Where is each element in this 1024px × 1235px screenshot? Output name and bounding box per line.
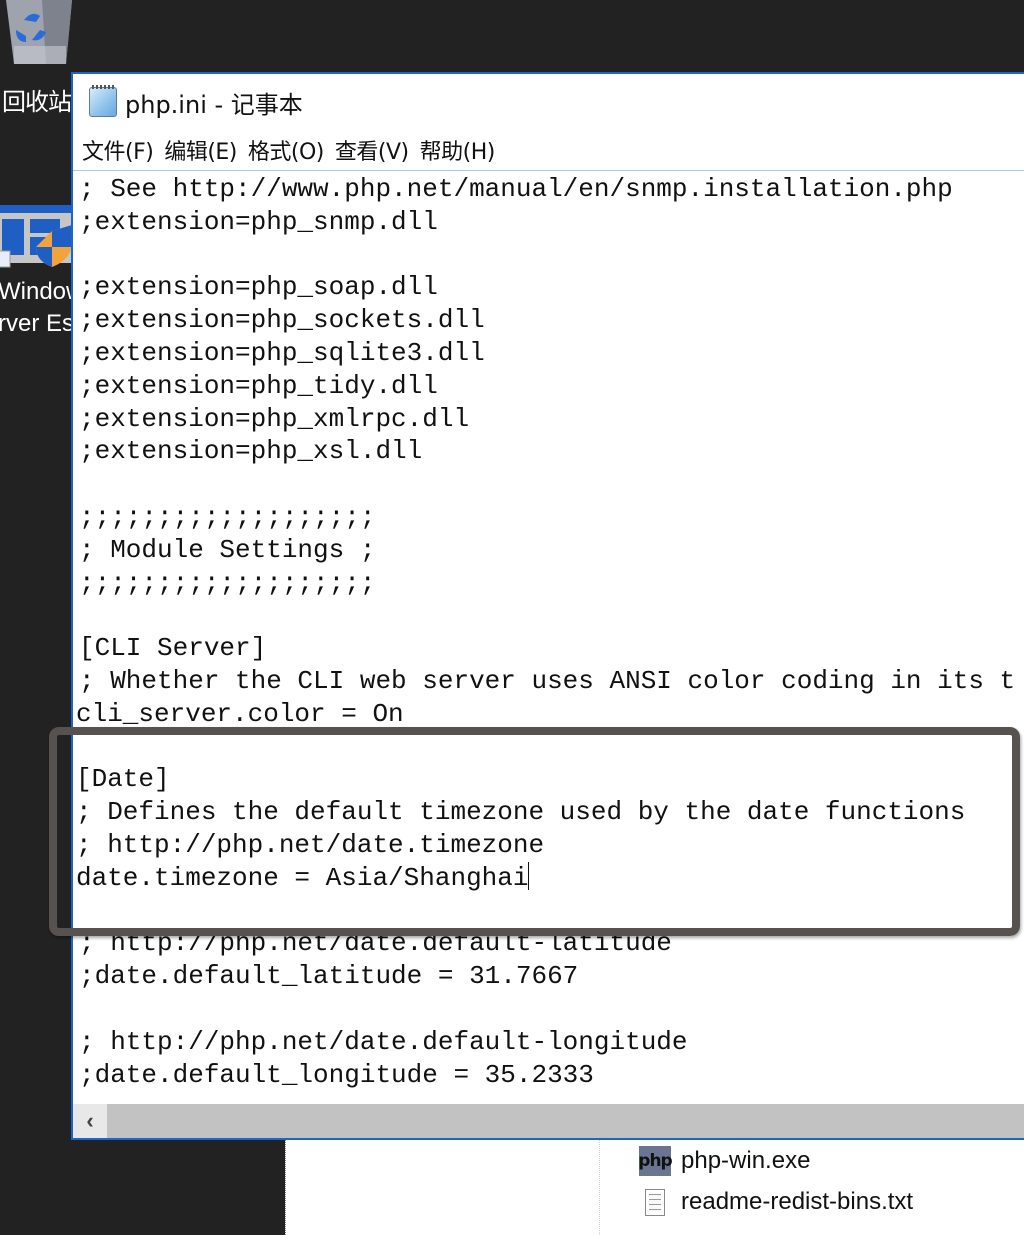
- column-divider: [599, 1140, 600, 1235]
- php-icon: php: [638, 1146, 673, 1176]
- menu-help[interactable]: 帮助(H): [418, 134, 497, 166]
- file-name: php-win.exe: [681, 1147, 811, 1174]
- text-line[interactable]: ;extension=php_snmp.dll: [79, 206, 438, 239]
- text-line[interactable]: ;;;;;;;;;;;;;;;;;;;: [79, 567, 375, 600]
- text-line[interactable]: ; See http://www.php.net/manual/en/snmp.…: [79, 173, 953, 206]
- text-line[interactable]: ; http://php.net/date.timezone: [76, 829, 544, 862]
- file-item[interactable]: php php-win.exe: [638, 1146, 811, 1176]
- file-item[interactable]: readme-redist-bins.txt: [639, 1188, 913, 1216]
- highlight-backdrop: [57, 735, 71, 928]
- text-line[interactable]: ;extension=php_xmlrpc.dll: [79, 403, 469, 436]
- text-line[interactable]: ;extension=php_sqlite3.dll: [79, 337, 485, 370]
- windows-server-essentials-icon[interactable]: [0, 195, 74, 273]
- scroll-left-arrow-icon[interactable]: ‹: [73, 1104, 107, 1138]
- text-line[interactable]: ; Defines the default timezone used by t…: [76, 796, 965, 829]
- notepad-icon: [89, 85, 117, 117]
- server-icon-label-line2: rver Es: [0, 310, 75, 337]
- text-line[interactable]: ;extension=php_soap.dll: [79, 271, 438, 304]
- trash-can-icon: [6, 0, 72, 64]
- menu-bar: 文件(F) 编辑(E) 格式(O) 查看(V) 帮助(H): [73, 130, 1024, 171]
- text-line[interactable]: ; Module Settings ;: [79, 534, 375, 567]
- text-line[interactable]: ;extension=php_sockets.dll: [79, 304, 485, 337]
- notepad-window[interactable]: php.ini - 记事本 文件(F) 编辑(E) 格式(O) 查看(V) 帮助…: [71, 72, 1024, 1140]
- server-dashboard-icon: [0, 205, 74, 268]
- text-editor-area[interactable]: ; See http://www.php.net/manual/en/snmp.…: [73, 171, 1024, 1105]
- recycle-bin-icon[interactable]: [2, 0, 74, 70]
- text-line[interactable]: [CLI Server]: [79, 632, 266, 665]
- text-line[interactable]: cli_server.color = On: [76, 698, 404, 731]
- text-line[interactable]: ;date.default_latitude = 31.7667: [79, 960, 578, 993]
- text-file-icon: [645, 1188, 665, 1216]
- text-line[interactable]: ;extension=php_tidy.dll: [79, 370, 438, 403]
- text-line[interactable]: ;extension=php_xsl.dll: [79, 435, 422, 468]
- menu-view[interactable]: 查看(V): [333, 134, 411, 166]
- menu-format[interactable]: 格式(O): [246, 134, 326, 166]
- menu-file[interactable]: 文件(F): [80, 134, 155, 166]
- text-line[interactable]: [Date]: [76, 763, 170, 796]
- menu-edit[interactable]: 编辑(E): [162, 134, 239, 166]
- horizontal-scrollbar[interactable]: ‹: [73, 1104, 1024, 1138]
- text-line[interactable]: ; http://php.net/date.default-latitude: [79, 927, 672, 960]
- text-caret: [528, 861, 530, 890]
- title-bar[interactable]: php.ini - 记事本: [73, 74, 1024, 130]
- file-explorer-window: php php-win.exe readme-redist-bins.txt: [285, 1140, 1024, 1235]
- text-line[interactable]: ; Whether the CLI web server uses ANSI c…: [79, 665, 1015, 698]
- recycle-bin-label: 回收站: [2, 88, 72, 116]
- text-line[interactable]: ; http://php.net/date.default-longitude: [79, 1026, 688, 1059]
- text-line[interactable]: ;date.default_longitude = 35.2333: [79, 1059, 594, 1092]
- text-line[interactable]: date.timezone = Asia/Shanghai: [76, 861, 530, 895]
- window-title: php.ini - 记事本: [125, 90, 303, 119]
- file-name: readme-redist-bins.txt: [681, 1188, 914, 1215]
- text-line[interactable]: ;;;;;;;;;;;;;;;;;;;: [79, 501, 375, 534]
